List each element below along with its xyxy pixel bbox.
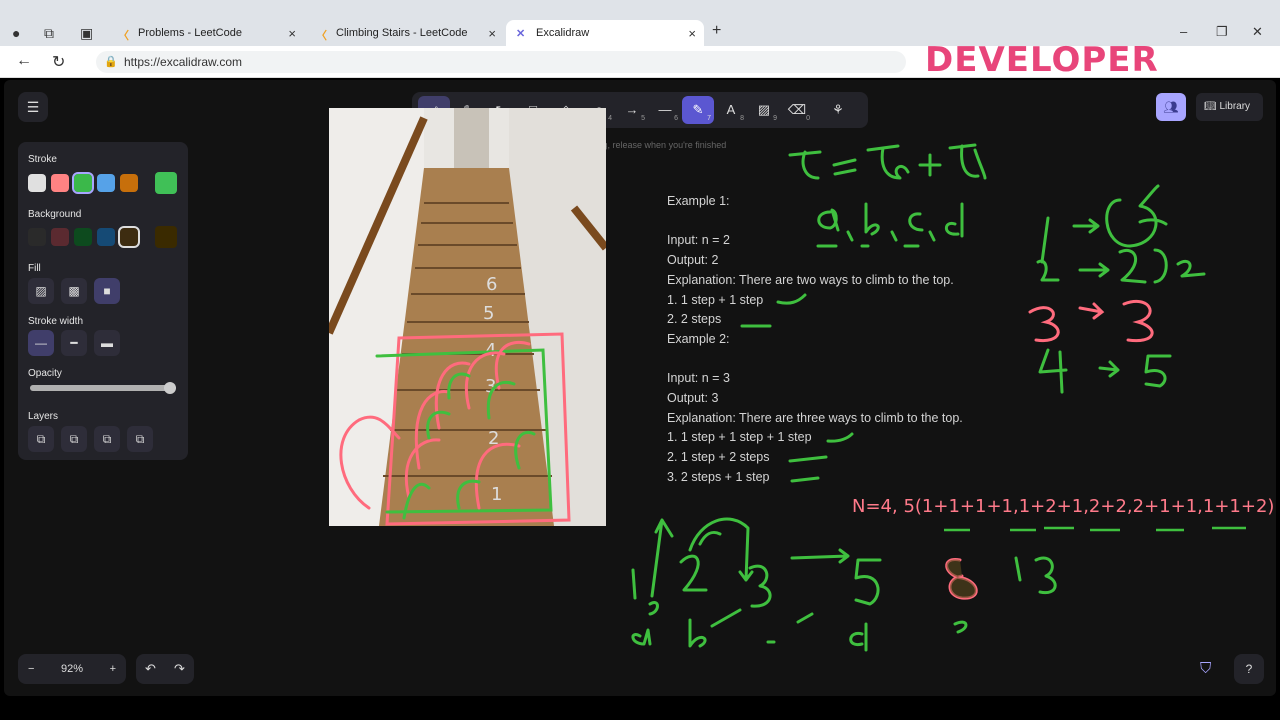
freehand-ink: [631, 143, 1246, 652]
history-controls: ↶ ↷: [136, 654, 194, 684]
help-button[interactable]: ?: [1234, 654, 1264, 684]
shield-icon[interactable]: ⛉: [1200, 660, 1211, 677]
zoom-control: − 92% +: [18, 654, 126, 684]
zoom-in-button[interactable]: +: [110, 663, 116, 675]
zoom-level[interactable]: 92%: [61, 663, 83, 675]
zoom-out-button[interactable]: −: [28, 663, 34, 675]
undo-icon[interactable]: ↶: [145, 661, 156, 677]
redo-icon[interactable]: ↷: [174, 661, 185, 677]
